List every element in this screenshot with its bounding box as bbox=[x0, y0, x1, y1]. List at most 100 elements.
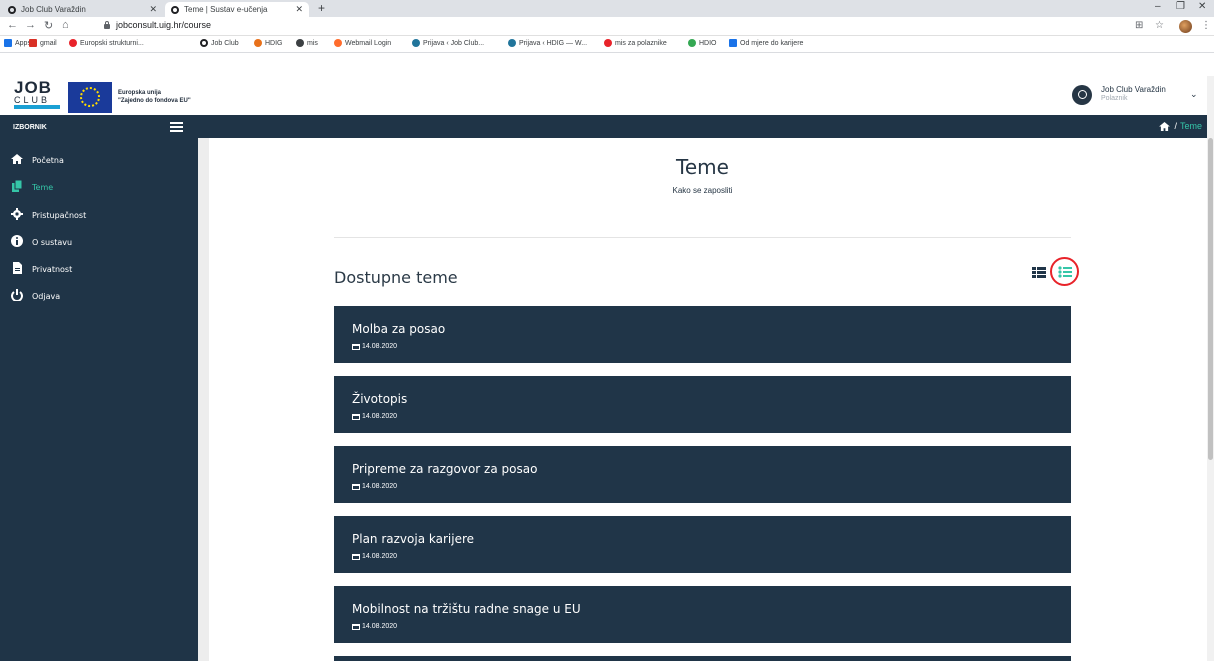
divider bbox=[334, 237, 1071, 238]
course-date: 14.08.2020 bbox=[352, 483, 397, 490]
new-tab-button[interactable]: + bbox=[318, 1, 325, 15]
course-card-partial[interactable] bbox=[334, 656, 1071, 661]
bookmark-star-icon[interactable]: ☆ bbox=[1155, 20, 1164, 31]
home-icon bbox=[11, 154, 23, 164]
bookmarks-bar: Apps gmail Europski strukturni... Job Cl… bbox=[0, 36, 1214, 53]
job-club-icon bbox=[200, 39, 208, 47]
course-date-text: 14.08.2020 bbox=[362, 343, 398, 350]
gmail-icon bbox=[29, 39, 37, 47]
sidebar-item-privatnost[interactable]: Privatnost bbox=[0, 259, 198, 279]
calendar-icon bbox=[352, 484, 360, 490]
apps-grid-icon bbox=[4, 39, 12, 47]
page-scrollbar[interactable] bbox=[1207, 76, 1214, 661]
sidebar-item-teme[interactable]: Teme bbox=[0, 177, 198, 197]
bookmark-hdio[interactable]: HDIO bbox=[688, 39, 717, 47]
course-title: Pripreme za razgovor za posao bbox=[352, 462, 538, 476]
bookmark-eu-funds[interactable]: Europski strukturni... bbox=[69, 39, 144, 47]
course-card[interactable]: Pripreme za razgovor za posao 14.08.2020 bbox=[334, 446, 1071, 503]
forward-arrow-icon[interactable]: → bbox=[25, 19, 36, 31]
calendar-icon bbox=[352, 624, 360, 630]
tab-close-icon[interactable]: ✕ bbox=[149, 4, 157, 15]
job-club-favicon-icon bbox=[8, 5, 16, 14]
sidebar-item-pocetna[interactable]: Početna bbox=[0, 150, 198, 170]
eu-stars-icon bbox=[80, 87, 100, 107]
info-icon bbox=[11, 235, 23, 247]
eu-flag-logo bbox=[68, 82, 112, 113]
wordpress-icon bbox=[508, 39, 516, 47]
bookmark-hdig[interactable]: HDIG bbox=[254, 39, 283, 47]
home-icon[interactable] bbox=[1159, 121, 1171, 131]
bookmark-webmail[interactable]: Webmail Login bbox=[334, 39, 391, 47]
bookmark-job-club[interactable]: Job Club bbox=[200, 39, 239, 47]
sidebar-item-o-sustavu[interactable]: O sustavu bbox=[0, 232, 198, 252]
browser-tab-active[interactable]: Teme | Sustav e-učenja ✕ bbox=[165, 2, 309, 17]
course-title: Životopis bbox=[352, 392, 408, 406]
job-club-favicon-icon bbox=[171, 5, 179, 14]
hamburger-menu-icon[interactable] bbox=[170, 122, 183, 132]
app-header bbox=[0, 53, 1214, 115]
course-card[interactable]: Plan razvoja karijere 14.08.2020 bbox=[334, 516, 1071, 573]
maximize-icon[interactable]: ❐ bbox=[1176, 1, 1185, 12]
window-close-icon[interactable]: ✕ bbox=[1198, 1, 1206, 12]
calendar-icon bbox=[352, 414, 360, 420]
address-bar: ← → ↻ ⌂ jobconsult.uig.hr/course ⊞ ☆ ⋮ bbox=[0, 17, 1214, 36]
logo-club-text: CLUB bbox=[14, 95, 51, 105]
course-date: 14.08.2020 bbox=[352, 343, 397, 350]
breadcrumb-separator: / bbox=[1174, 121, 1177, 131]
course-title: Molba za posao bbox=[352, 322, 446, 336]
translate-icon[interactable]: ⊞ bbox=[1135, 20, 1143, 31]
sidebar-item-label: Privatnost bbox=[32, 264, 73, 274]
sidebar-item-label: O sustavu bbox=[32, 237, 73, 247]
sidebar: Početna Teme Pristupačnost O sustavu Pri… bbox=[0, 138, 198, 661]
browser-tab-title: Teme | Sustav e-učenja bbox=[184, 5, 268, 14]
url-field[interactable]: jobconsult.uig.hr/course bbox=[116, 20, 211, 30]
chevron-down-icon[interactable]: ⌄ bbox=[1190, 89, 1198, 100]
browser-tab[interactable]: Job Club Varaždin ✕ bbox=[2, 2, 163, 17]
page-subtitle: Kako se zaposliti bbox=[672, 186, 733, 195]
sidebar-item-label: Pristupačnost bbox=[32, 210, 87, 220]
bookmark-gmail[interactable]: gmail bbox=[29, 39, 57, 47]
course-card[interactable]: Mobilnost na tržištu radne snage u EU 14… bbox=[334, 586, 1071, 643]
course-date: 14.08.2020 bbox=[352, 553, 397, 560]
cog-icon bbox=[11, 208, 23, 220]
bookmark-od-mjere[interactable]: Od mjere do karijere bbox=[729, 39, 803, 47]
sidebar-item-pristupacnost[interactable]: Pristupačnost bbox=[0, 205, 198, 225]
mis-icon bbox=[604, 39, 612, 47]
breadcrumb: / Teme bbox=[1159, 121, 1202, 131]
bookmark-apps[interactable]: Apps bbox=[4, 39, 31, 47]
sidebar-item-label: Teme bbox=[32, 182, 54, 192]
user-name[interactable]: Job Club Varaždin bbox=[1101, 85, 1166, 94]
course-date: 14.08.2020 bbox=[352, 623, 397, 630]
file-icon bbox=[13, 262, 22, 274]
wordpress-icon bbox=[412, 39, 420, 47]
back-arrow-icon[interactable]: ← bbox=[7, 19, 18, 31]
calendar-icon bbox=[352, 554, 360, 560]
bookmark-prijava-job-club[interactable]: Prijava ‹ Job Club... bbox=[412, 39, 484, 47]
scrollbar-thumb[interactable] bbox=[1208, 138, 1213, 460]
menu-label: IZBORNIK bbox=[13, 124, 47, 131]
sidebar-item-label: Početna bbox=[32, 155, 64, 165]
user-avatar[interactable] bbox=[1072, 85, 1092, 105]
list-view-button[interactable] bbox=[1050, 257, 1079, 286]
eu-funds-icon bbox=[69, 39, 77, 47]
browser-menu-icon[interactable]: ⋮ bbox=[1201, 20, 1211, 31]
browser-tab-title: Job Club Varaždin bbox=[21, 5, 86, 14]
puzzle-icon bbox=[729, 39, 737, 47]
eu-slogan: Europska unija "Zajedno do fondova EU" bbox=[118, 89, 191, 105]
job-club-logo[interactable]: JOB CLUB bbox=[14, 79, 62, 113]
reload-icon[interactable]: ↻ bbox=[44, 19, 53, 32]
bookmark-mis[interactable]: mis bbox=[296, 39, 318, 47]
grid-view-icon[interactable] bbox=[1031, 264, 1047, 280]
cpanel-icon bbox=[334, 39, 342, 47]
course-card[interactable]: Životopis 14.08.2020 bbox=[334, 376, 1071, 433]
browser-tabstrip: Job Club Varaždin ✕ Teme | Sustav e-učen… bbox=[0, 0, 1214, 17]
bookmark-mis-polaznici[interactable]: mis za polaznike bbox=[604, 39, 667, 47]
course-title: Mobilnost na tržištu radne snage u EU bbox=[352, 602, 581, 616]
home-button-icon[interactable]: ⌂ bbox=[62, 19, 69, 31]
bookmark-prijava-hdig[interactable]: Prijava ‹ HDIG — W... bbox=[508, 39, 587, 47]
profile-avatar[interactable] bbox=[1179, 20, 1192, 33]
minimize-icon[interactable]: – bbox=[1155, 1, 1161, 12]
sidebar-item-odjava[interactable]: Odjava bbox=[0, 286, 198, 306]
course-card[interactable]: Molba za posao 14.08.2020 bbox=[334, 306, 1071, 363]
tab-close-icon[interactable]: ✕ bbox=[295, 4, 303, 15]
